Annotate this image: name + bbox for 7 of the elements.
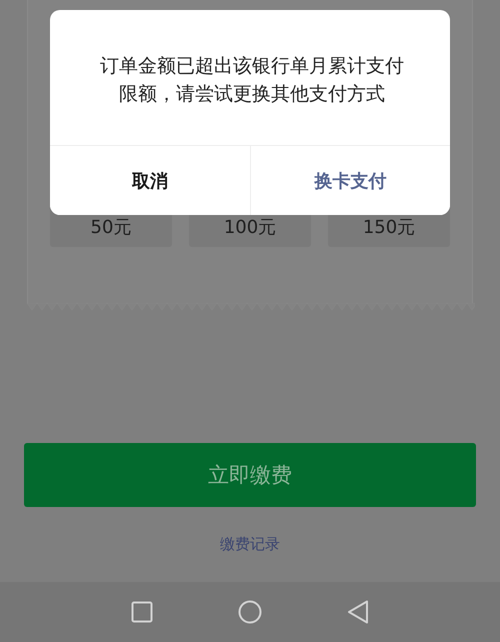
recent-apps-icon[interactable]: [131, 601, 153, 623]
back-icon[interactable]: [347, 600, 369, 624]
pay-now-button[interactable]: 立即缴费: [24, 443, 476, 507]
dialog-message: 订单金额已超出该银行单月累计支付限额，请尝试更换其他支付方式: [99, 54, 405, 107]
change-card-button[interactable]: 换卡支付: [250, 146, 450, 215]
home-icon[interactable]: [238, 600, 262, 624]
payment-history-link[interactable]: 缴费记录: [220, 535, 280, 554]
